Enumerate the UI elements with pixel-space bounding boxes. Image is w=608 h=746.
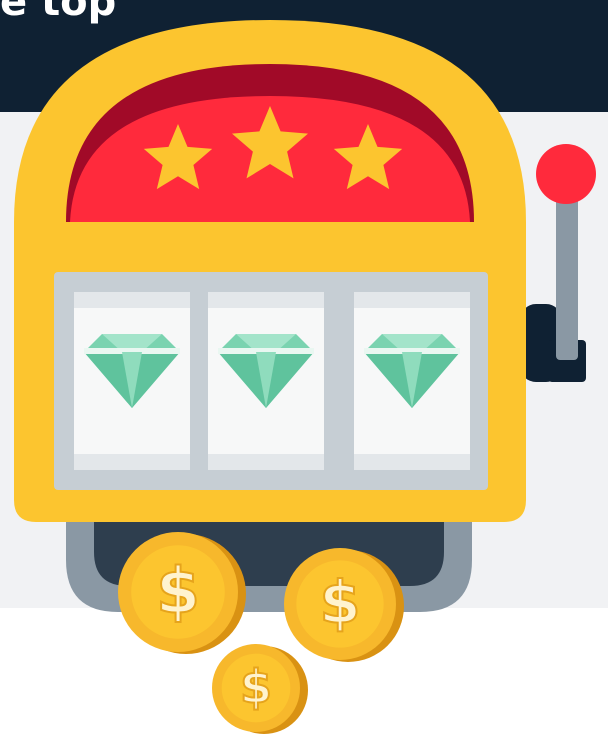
reel-window <box>74 292 190 470</box>
slot-machine-illustration: $ $ $ <box>14 20 596 734</box>
coin-label: $ <box>319 568 360 637</box>
lever-knob[interactable] <box>536 144 596 204</box>
reel-window <box>354 292 470 470</box>
coin-icon: $ <box>212 644 308 734</box>
reel-window <box>208 292 324 470</box>
coin-icon: $ <box>284 548 404 662</box>
lever[interactable] <box>520 144 596 382</box>
reels <box>74 292 470 470</box>
coin-icon: $ <box>118 532 246 654</box>
coin-label: $ <box>240 660 272 714</box>
coin-label: $ <box>156 554 200 627</box>
